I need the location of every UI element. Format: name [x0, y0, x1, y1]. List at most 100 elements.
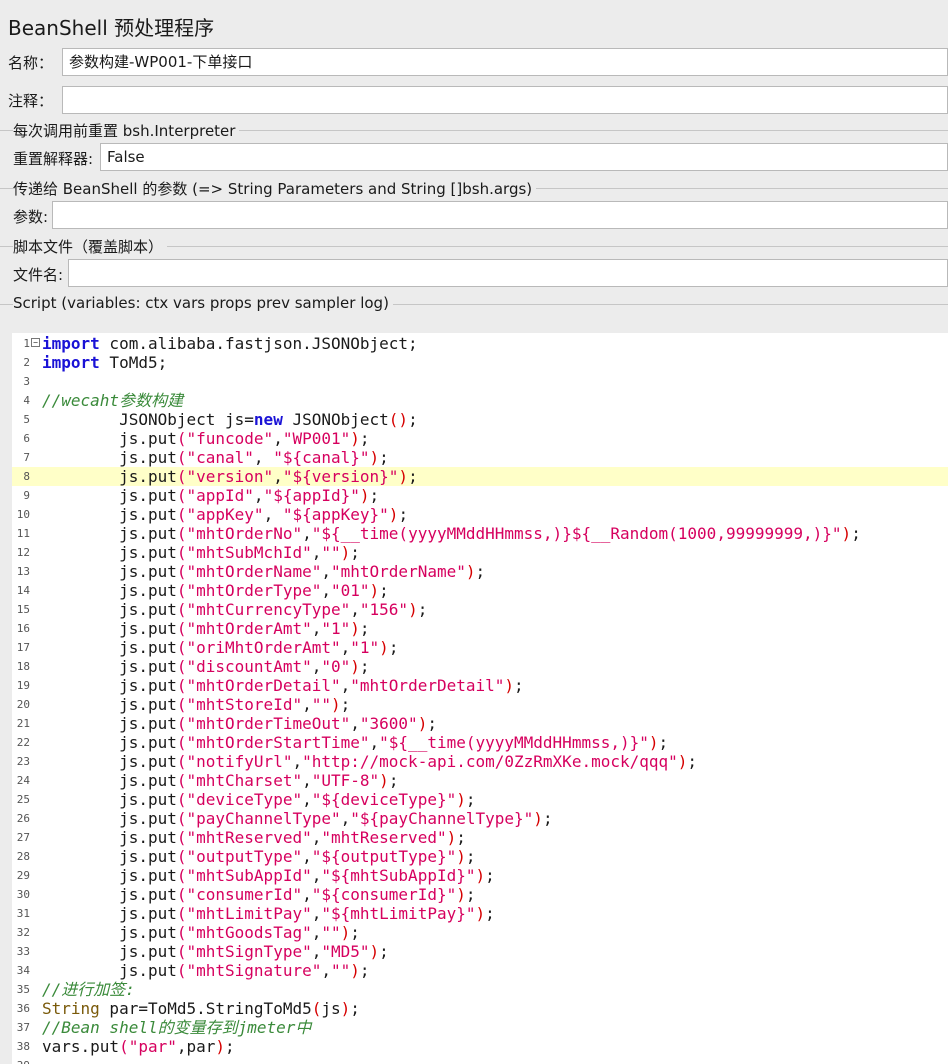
- code-line[interactable]: 24 js.put("mhtCharset","UTF-8");: [12, 771, 948, 790]
- line-number: 31: [16, 907, 30, 920]
- code-line[interactable]: 23 js.put("notifyUrl","http://mock-api.c…: [12, 752, 948, 771]
- code-line[interactable]: 10 js.put("appKey", "${appKey}");: [12, 505, 948, 524]
- line-number: 23: [16, 755, 30, 768]
- code-line[interactable]: 37 //Bean shell的变量存到jmeter中: [12, 1018, 948, 1037]
- code-line[interactable]: 7 js.put("canal", "${canal}");: [12, 448, 948, 467]
- code-line[interactable]: 28 js.put("outputType","${outputType}");: [12, 847, 948, 866]
- line-number: 7: [23, 451, 30, 464]
- params-section-title: 传递给 BeanShell 的参数 (=> String Parameters …: [13, 178, 537, 199]
- code-text: vars.put("par",par);: [42, 1037, 235, 1056]
- code-text: js.put("notifyUrl","http://mock-api.com/…: [42, 752, 698, 771]
- filename-field[interactable]: [68, 259, 948, 287]
- code-line[interactable]: 25 js.put("deviceType","${deviceType}");: [12, 790, 948, 809]
- line-number: 6: [23, 432, 30, 445]
- code-text: js.put("mhtOrderAmt","1");: [42, 619, 370, 638]
- line-number: 21: [16, 717, 30, 730]
- code-text: js.put("mhtOrderTimeOut","3600");: [42, 714, 437, 733]
- code-text: js.put("mhtCurrencyType","156");: [42, 600, 428, 619]
- code-line[interactable]: 1− import com.alibaba.fastjson.JSONObject…: [12, 334, 948, 353]
- code-line[interactable]: 21 js.put("mhtOrderTimeOut","3600");: [12, 714, 948, 733]
- code-line[interactable]: 20 js.put("mhtStoreId","");: [12, 695, 948, 714]
- line-number: 4: [23, 394, 30, 407]
- code-line[interactable]: 14 js.put("mhtOrderType","01");: [12, 581, 948, 600]
- code-text: js.put("mhtOrderNo","${__time(yyyyMMddHH…: [42, 524, 861, 543]
- line-number: 29: [16, 869, 30, 882]
- code-text: js.put("discountAmt","0");: [42, 657, 370, 676]
- comment-field[interactable]: [62, 86, 948, 114]
- code-text: js.put("mhtReserved","mhtReserved");: [42, 828, 466, 847]
- code-line[interactable]: 35 //进行加签:: [12, 980, 948, 999]
- code-line[interactable]: 6 js.put("funcode","WP001");: [12, 429, 948, 448]
- script-section-title: Script (variables: ctx vars props prev s…: [13, 294, 393, 312]
- code-line[interactable]: 13 js.put("mhtOrderName","mhtOrderName")…: [12, 562, 948, 581]
- code-line[interactable]: 30 js.put("consumerId","${consumerId}");: [12, 885, 948, 904]
- code-line[interactable]: 15 js.put("mhtCurrencyType","156");: [12, 600, 948, 619]
- reset-section-title: 每次调用前重置 bsh.Interpreter: [13, 120, 240, 141]
- code-text: js.put("outputType","${outputType}");: [42, 847, 476, 866]
- code-line[interactable]: 17 js.put("oriMhtOrderAmt","1");: [12, 638, 948, 657]
- code-text: js.put("appKey", "${appKey}");: [42, 505, 409, 524]
- code-line[interactable]: 18 js.put("discountAmt","0");: [12, 657, 948, 676]
- code-text: js.put("mhtOrderName","mhtOrderName");: [42, 562, 486, 581]
- code-line[interactable]: 16 js.put("mhtOrderAmt","1");: [12, 619, 948, 638]
- code-line[interactable]: 36 String par=ToMd5.StringToMd5(js);: [12, 999, 948, 1018]
- name-label: 名称：: [8, 54, 54, 72]
- code-line[interactable]: 27 js.put("mhtReserved","mhtReserved");: [12, 828, 948, 847]
- filename-label: 文件名:: [13, 266, 64, 284]
- code-text: //wecaht参数构建: [42, 391, 184, 410]
- code-line[interactable]: 29 js.put("mhtSubAppId","${mhtSubAppId}"…: [12, 866, 948, 885]
- code-line[interactable]: 9 js.put("appId","${appId}");: [12, 486, 948, 505]
- line-number: 35: [16, 983, 30, 996]
- code-line[interactable]: 8 js.put("version","${version}");: [12, 467, 948, 486]
- params-field[interactable]: [52, 201, 948, 229]
- line-number: 32: [16, 926, 30, 939]
- code-line[interactable]: 3: [12, 372, 948, 391]
- code-text: js.put("mhtOrderStartTime","${__time(yyy…: [42, 733, 669, 752]
- code-line[interactable]: 4 //wecaht参数构建: [12, 391, 948, 410]
- line-number: 16: [16, 622, 30, 635]
- fold-toggle-icon[interactable]: −: [31, 338, 40, 347]
- panel-title: BeanShell 预处理程序: [8, 16, 215, 40]
- code-text: js.put("mhtOrderDetail","mhtOrderDetail"…: [42, 676, 524, 695]
- reset-interpreter-select[interactable]: False: [100, 143, 948, 171]
- code-line[interactable]: 5 JSONObject js=new JSONObject();: [12, 410, 948, 429]
- line-number: 24: [16, 774, 30, 787]
- code-text: js.put("deviceType","${deviceType}");: [42, 790, 476, 809]
- script-section: Script (variables: ctx vars props prev s…: [0, 294, 948, 314]
- code-line[interactable]: 11 js.put("mhtOrderNo","${__time(yyyyMMd…: [12, 524, 948, 543]
- code-line[interactable]: 39: [12, 1056, 948, 1064]
- line-number: 18: [16, 660, 30, 673]
- code-text: //Bean shell的变量存到jmeter中: [42, 1018, 312, 1037]
- params-label: 参数:: [13, 208, 49, 226]
- code-line[interactable]: 38 vars.put("par",par);: [12, 1037, 948, 1056]
- line-number: 30: [16, 888, 30, 901]
- line-number: 10: [16, 508, 30, 521]
- code-text: JSONObject js=new JSONObject();: [42, 410, 418, 429]
- code-text: String par=ToMd5.StringToMd5(js);: [42, 999, 360, 1018]
- reset-interpreter-label: 重置解释器:: [13, 150, 94, 168]
- code-line[interactable]: 33 js.put("mhtSignType","MD5");: [12, 942, 948, 961]
- name-field[interactable]: 参数构建-WP001-下单接口: [62, 48, 948, 76]
- code-line[interactable]: 34 js.put("mhtSignature","");: [12, 961, 948, 980]
- code-line[interactable]: 31 js.put("mhtLimitPay","${mhtLimitPay}"…: [12, 904, 948, 923]
- code-text: js.put("funcode","WP001");: [42, 429, 370, 448]
- code-line[interactable]: 26 js.put("payChannelType","${payChannel…: [12, 809, 948, 828]
- line-number: 1: [23, 337, 30, 350]
- comment-label: 注释：: [8, 92, 54, 110]
- code-line[interactable]: 22 js.put("mhtOrderStartTime","${__time(…: [12, 733, 948, 752]
- line-number: 28: [16, 850, 30, 863]
- script-editor[interactable]: 1− import com.alibaba.fastjson.JSONObject…: [12, 333, 948, 1064]
- line-number: 14: [16, 584, 30, 597]
- code-line[interactable]: 32 js.put("mhtGoodsTag","");: [12, 923, 948, 942]
- line-number: 12: [16, 546, 30, 559]
- line-number: 36: [16, 1002, 30, 1015]
- params-section: 传递给 BeanShell 的参数 (=> String Parameters …: [0, 178, 948, 199]
- code-text: js.put("mhtGoodsTag","");: [42, 923, 360, 942]
- line-number: 27: [16, 831, 30, 844]
- code-line[interactable]: 19 js.put("mhtOrderDetail","mhtOrderDeta…: [12, 676, 948, 695]
- line-number: 9: [23, 489, 30, 502]
- code-line[interactable]: 12 js.put("mhtSubMchId","");: [12, 543, 948, 562]
- code-line[interactable]: 2 import ToMd5;: [12, 353, 948, 372]
- code-text: js.put("mhtLimitPay","${mhtLimitPay}");: [42, 904, 495, 923]
- line-number: 33: [16, 945, 30, 958]
